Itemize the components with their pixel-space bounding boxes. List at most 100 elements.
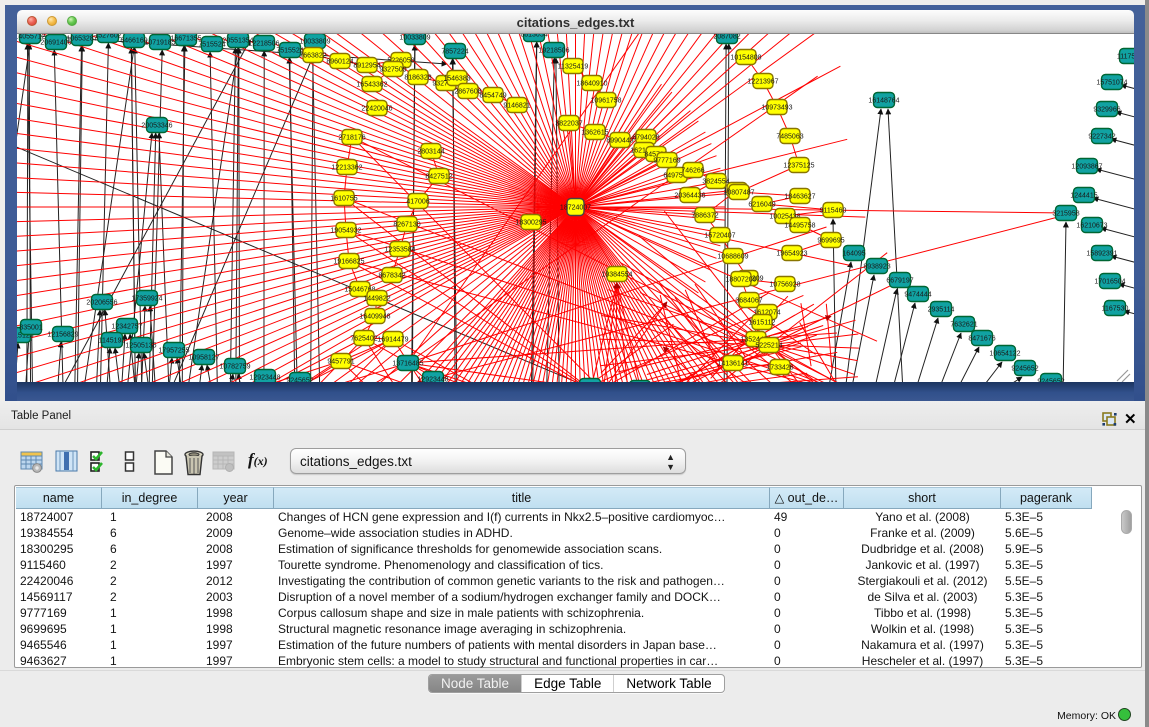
svg-text:1117530: 1117530 [1117,54,1134,61]
svg-text:10807487: 10807487 [723,190,754,197]
svg-text:5225214: 5225214 [755,343,782,350]
svg-text:9245652: 9245652 [1011,366,1038,373]
svg-text:22420046: 22420046 [361,106,392,113]
svg-text:1546383: 1546383 [443,76,470,83]
svg-text:1362615: 1362615 [581,130,608,137]
svg-text:17957255: 17957255 [158,348,189,355]
svg-text:1449822: 1449822 [363,296,390,303]
svg-text:12213362: 12213362 [331,165,362,172]
svg-text:9327509: 9327509 [379,67,406,74]
svg-text:417006: 417006 [406,199,429,206]
svg-text:9457791: 9457791 [327,359,354,366]
svg-text:13716485: 13716485 [392,361,423,368]
svg-text:19654923: 19654923 [776,251,807,258]
svg-text:16210673: 16210673 [1076,223,1107,230]
svg-text:12923448: 12923448 [417,377,448,383]
svg-text:16148764: 16148764 [868,98,899,105]
svg-text:20053346: 20053346 [141,123,172,130]
svg-text:9329966: 9329966 [1093,107,1120,114]
svg-text:16409948: 16409948 [359,314,390,321]
svg-text:1244415: 1244415 [1070,193,1097,200]
svg-text:12353584: 12353584 [384,247,415,254]
svg-text:12923448: 12923448 [249,375,280,382]
svg-text:15892391: 15892391 [1086,251,1117,258]
svg-text:10033809: 10033809 [299,39,330,46]
svg-text:10654122: 10654122 [989,351,1020,358]
svg-text:15751074: 15751074 [1096,80,1127,87]
svg-text:15720407: 15720407 [704,233,735,240]
svg-text:1733426: 1733426 [766,365,793,372]
svg-text:8678342: 8678342 [378,273,405,280]
svg-text:7632621: 7632621 [950,322,977,329]
svg-text:19166825: 19166825 [333,259,364,266]
svg-text:1527602: 1527602 [94,34,121,40]
svg-text:10688609: 10688609 [717,254,748,261]
svg-text:7625402: 7625402 [350,336,377,343]
svg-text:16914479: 16914479 [377,337,408,344]
svg-text:2718176: 2718176 [338,135,365,142]
svg-text:9699695: 9699695 [817,238,844,245]
svg-text:9245652: 9245652 [1037,379,1064,383]
svg-text:2087082: 2087082 [713,34,740,41]
svg-text:10154808: 10154808 [730,55,761,62]
svg-text:7663822: 7663822 [299,53,326,60]
svg-text:18640910: 18640910 [576,81,607,88]
svg-text:18724007: 18724007 [560,205,591,212]
svg-text:3684067: 3684067 [735,298,762,305]
svg-text:8938923: 8938923 [863,264,890,271]
svg-text:17016504: 17016504 [1094,279,1125,286]
svg-text:9245652: 9245652 [286,378,313,383]
svg-text:19054932: 19054932 [330,228,361,235]
svg-text:2867608: 2867608 [454,89,481,96]
svg-text:8427512: 8427512 [425,174,452,181]
svg-text:12218506: 12218506 [248,41,279,48]
svg-text:8813054: 8813054 [520,34,547,39]
svg-text:14495758: 14495758 [784,223,815,230]
svg-text:1615112: 1615112 [749,320,776,327]
svg-text:3822037: 3822037 [555,121,582,128]
svg-text:9115460: 9115460 [820,208,847,215]
svg-text:12213967: 12213967 [747,79,778,86]
svg-text:8454749: 8454749 [479,93,506,100]
svg-text:20364436: 20364436 [674,193,705,200]
svg-text:10782759: 10782759 [219,364,250,371]
svg-text:19384554: 19384554 [601,272,632,279]
svg-text:7857224: 7857224 [441,49,468,56]
svg-text:8471676: 8471676 [968,336,995,343]
svg-text:18300295: 18300295 [515,220,546,227]
svg-text:8267130: 8267130 [393,222,420,229]
svg-text:6679197: 6679197 [886,278,913,285]
svg-text:9146821: 9146821 [503,103,530,110]
svg-text:10756928: 10756928 [769,282,800,289]
svg-text:8990443: 8990443 [606,138,633,145]
svg-text:16671355: 16671355 [170,36,201,43]
svg-text:8186328: 8186328 [404,75,431,82]
svg-text:12505135: 12505135 [125,343,156,350]
svg-text:164095: 164095 [842,251,865,258]
svg-text:10961758: 10961758 [590,98,621,105]
svg-text:10653287: 10653287 [66,36,97,43]
svg-text:18807209: 18807209 [725,277,756,284]
svg-text:8912954: 8912954 [353,63,380,70]
svg-text:14136141: 14136141 [717,361,748,368]
svg-text:7485063: 7485063 [776,134,803,141]
svg-text:6794028: 6794028 [632,135,659,142]
svg-text:9227342: 9227342 [1088,134,1115,141]
svg-text:10973493: 10973493 [761,105,792,112]
svg-text:12375125: 12375125 [783,163,814,170]
svg-text:12156829: 12156829 [47,332,78,339]
svg-text:9777169: 9777169 [653,158,680,165]
svg-text:9474444: 9474444 [904,292,931,299]
svg-text:1610755: 1610755 [330,196,357,203]
svg-text:1167530: 1167530 [1102,306,1129,313]
svg-text:10033809: 10033809 [399,35,430,42]
svg-text:2803144: 2803144 [417,149,444,156]
svg-text:3215958: 3215958 [1052,211,1079,218]
svg-text:3824554: 3824554 [702,179,729,186]
svg-text:8960124: 8960124 [326,59,353,66]
svg-text:746266: 746266 [681,168,704,175]
svg-text:7886372: 7886372 [691,213,718,220]
svg-text:10958127: 10958127 [188,355,219,362]
svg-text:1145193: 1145193 [99,338,126,345]
svg-text:12093867: 12093867 [1071,164,1102,171]
